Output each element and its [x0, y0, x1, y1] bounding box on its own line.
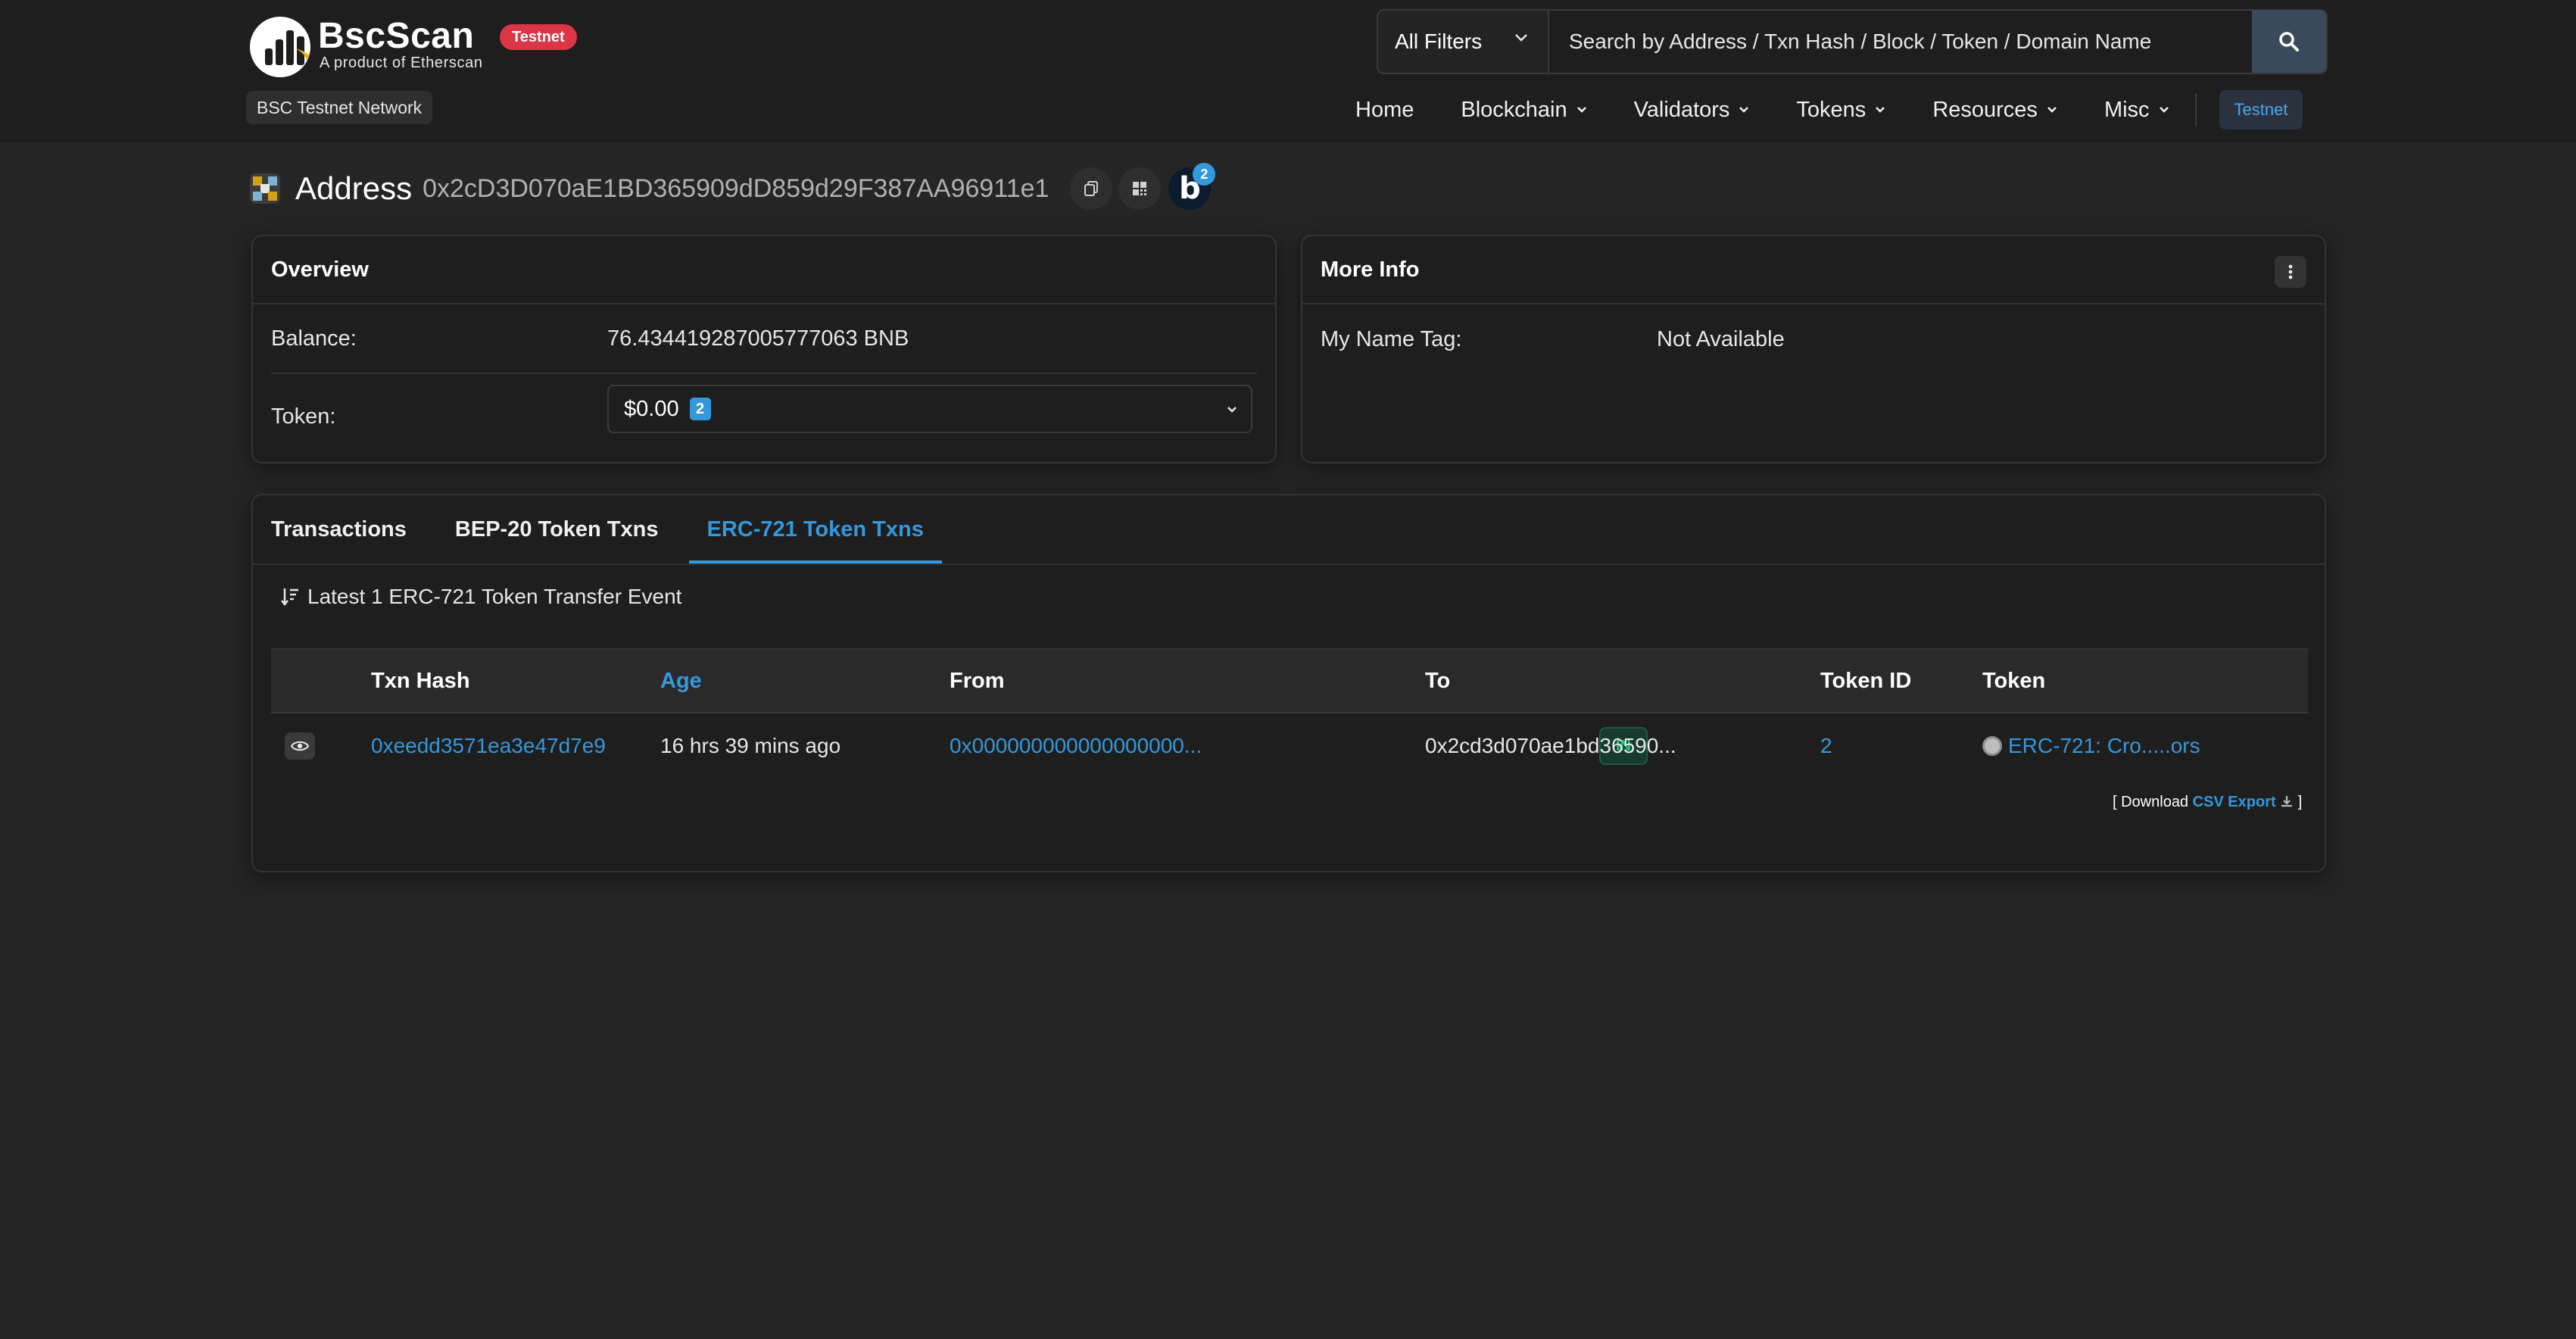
address-title-row: Address 0x2cD3D070aE1BD365909dD859d29F38…	[250, 163, 1216, 214]
search-bar: All Filters	[1377, 9, 2328, 74]
nav-misc[interactable]: Misc	[2104, 98, 2169, 123]
copy-address-button[interactable]	[1070, 167, 1113, 210]
more-info-card-title: More Info	[1302, 236, 2325, 304]
list-caption: Latest 1 ERC-721 Token Transfer Event	[280, 585, 681, 609]
txn-tabs: Transactions BEP-20 Token Txns ERC-721 T…	[253, 495, 2325, 565]
nav-label: Validators	[1633, 97, 1730, 122]
search-filter-label: All Filters	[1395, 30, 1483, 53]
chevron-down-icon	[2159, 107, 2169, 113]
bscscan-logo-icon	[250, 17, 310, 77]
list-caption-text: Latest 1 ERC-721 Token Transfer Event	[307, 585, 682, 608]
chevron-down-icon	[1876, 107, 1885, 113]
testnet-network-button[interactable]: Testnet	[2219, 90, 2303, 130]
nav-resources[interactable]: Resources	[1932, 98, 2057, 123]
token-id-link[interactable]: 2	[1820, 713, 1832, 779]
name-tag-value: Not Available	[1657, 326, 1785, 351]
balance-label: Balance:	[271, 326, 357, 351]
search-filter-select[interactable]: All Filters	[1378, 11, 1549, 73]
balance-row: Balance: 76.434419287005777063 BNB	[271, 304, 1257, 374]
tab-transactions[interactable]: Transactions	[253, 495, 425, 563]
nav-label: Blockchain	[1461, 97, 1567, 122]
erc721-transfers-table: Txn Hash Age From To Token ID Token 0xee…	[271, 648, 2308, 779]
chevron-down-icon	[1576, 107, 1586, 113]
tab-erc721-token-txns[interactable]: ERC-721 Token Txns	[688, 495, 942, 563]
chevron-down-icon	[1227, 407, 1237, 413]
eye-icon	[291, 741, 309, 751]
txn-hash-link[interactable]: 0xeedd3571ea3e47d7e9	[371, 713, 606, 779]
nav-divider	[2194, 93, 2197, 126]
download-icon	[2281, 796, 2293, 807]
balance-value: 76.434419287005777063 BNB	[607, 326, 909, 351]
txn-age: 16 hrs 39 mins ago	[660, 734, 841, 757]
qr-code-icon	[1133, 182, 1147, 195]
name-tag-label: My Name Tag:	[1321, 326, 1462, 351]
col-from: From	[950, 668, 1005, 693]
download-csv: [ Download CSV Export ]	[2113, 794, 2302, 811]
logo-name: BscScan	[318, 16, 475, 56]
col-token-id: Token ID	[1820, 668, 1912, 693]
download-suffix: ]	[2297, 794, 2303, 810]
nav-label: Tokens	[1796, 97, 1867, 122]
nav-home[interactable]: Home	[1355, 98, 1414, 123]
col-token: Token	[1982, 668, 2046, 693]
to-address: 0x2cd3d070ae1bd36590...	[1425, 734, 1676, 757]
nav-label: Resources	[1932, 97, 2038, 122]
site-header: BscScan A product of Etherscan Testnet B…	[0, 0, 2576, 142]
more-options-button[interactable]	[2275, 256, 2306, 288]
name-tag-row: My Name Tag: Not Available	[1321, 304, 2306, 374]
more-info-title: More Info	[1321, 257, 1420, 282]
more-info-card: More Info My Name Tag: Not Available	[1301, 235, 2326, 464]
token-logo-icon	[1982, 736, 2002, 756]
col-age[interactable]: Age	[660, 650, 702, 712]
token-link[interactable]: ERC-721: Cro.....ors	[2008, 734, 2200, 758]
view-details-button[interactable]	[285, 732, 315, 760]
qr-code-button[interactable]	[1118, 167, 1162, 210]
page-title: Address	[295, 170, 413, 206]
network-label: BSC Testnet Network	[246, 91, 433, 124]
chevron-down-icon	[1515, 34, 1527, 42]
nav-blockchain[interactable]: Blockchain	[1461, 98, 1586, 123]
download-prefix: [ Download	[2113, 794, 2189, 810]
copy-icon	[1084, 181, 1099, 196]
page-root: BscScan A product of Etherscan Testnet B…	[0, 0, 2576, 1339]
overview-card-title: Overview	[253, 236, 1275, 304]
token-cell: ERC-721: Cro.....ors	[1982, 713, 2200, 779]
nav-validators[interactable]: Validators	[1634, 98, 1750, 123]
token-row: Token: $0.00 2	[271, 374, 1257, 459]
token-count-badge: 2	[689, 398, 711, 420]
csv-export-link[interactable]: CSV Export	[2193, 794, 2276, 810]
view-details-cell	[285, 713, 315, 779]
token-holdings-value: $0.00	[624, 396, 679, 421]
nav-label: Misc	[2104, 97, 2150, 122]
token-label: Token:	[271, 404, 336, 429]
token-holdings-dropdown[interactable]: $0.00 2	[607, 385, 1252, 433]
chevron-down-icon	[2047, 107, 2057, 113]
overview-card: Overview Balance: 76.434419287005777063 …	[251, 235, 1277, 464]
kebab-menu-icon	[2288, 264, 2293, 279]
col-txn-hash: Txn Hash	[371, 668, 470, 693]
main-nav: Home Blockchain Validators Tokens Resour…	[1355, 90, 2303, 130]
testnet-badge: Testnet	[500, 24, 577, 50]
table-header: Txn Hash Age From To Token ID Token	[271, 648, 2308, 713]
transactions-card: Transactions BEP-20 Token Txns ERC-721 T…	[251, 494, 2326, 872]
blockscan-chat-button[interactable]: b 2	[1168, 163, 1216, 210]
tab-bep20-token-txns[interactable]: BEP-20 Token Txns	[437, 495, 677, 563]
address-hash: 0x2cD3D070aE1BD365909dD859d29F387AA96911…	[423, 173, 1049, 203]
search-icon	[2279, 32, 2299, 52]
search-input[interactable]	[1551, 11, 2250, 73]
bscscan-logo[interactable]: BscScan A product of Etherscan Testnet	[250, 15, 583, 80]
sort-icon	[281, 588, 298, 607]
nav-tokens[interactable]: Tokens	[1796, 98, 1885, 123]
col-to: To	[1425, 668, 1451, 693]
from-address-link[interactable]: 0x000000000000000000...	[950, 713, 1202, 779]
search-button[interactable]	[2252, 11, 2326, 73]
table-row: 0xeedd3571ea3e47d7e9 16 hrs 39 mins ago …	[271, 713, 2308, 779]
logo-subtitle: A product of Etherscan	[320, 55, 483, 71]
nav-label: Home	[1355, 97, 1414, 122]
chevron-down-icon	[1739, 107, 1749, 113]
blockscan-notification-badge: 2	[1193, 163, 1216, 186]
address-identicon-icon	[250, 173, 280, 204]
